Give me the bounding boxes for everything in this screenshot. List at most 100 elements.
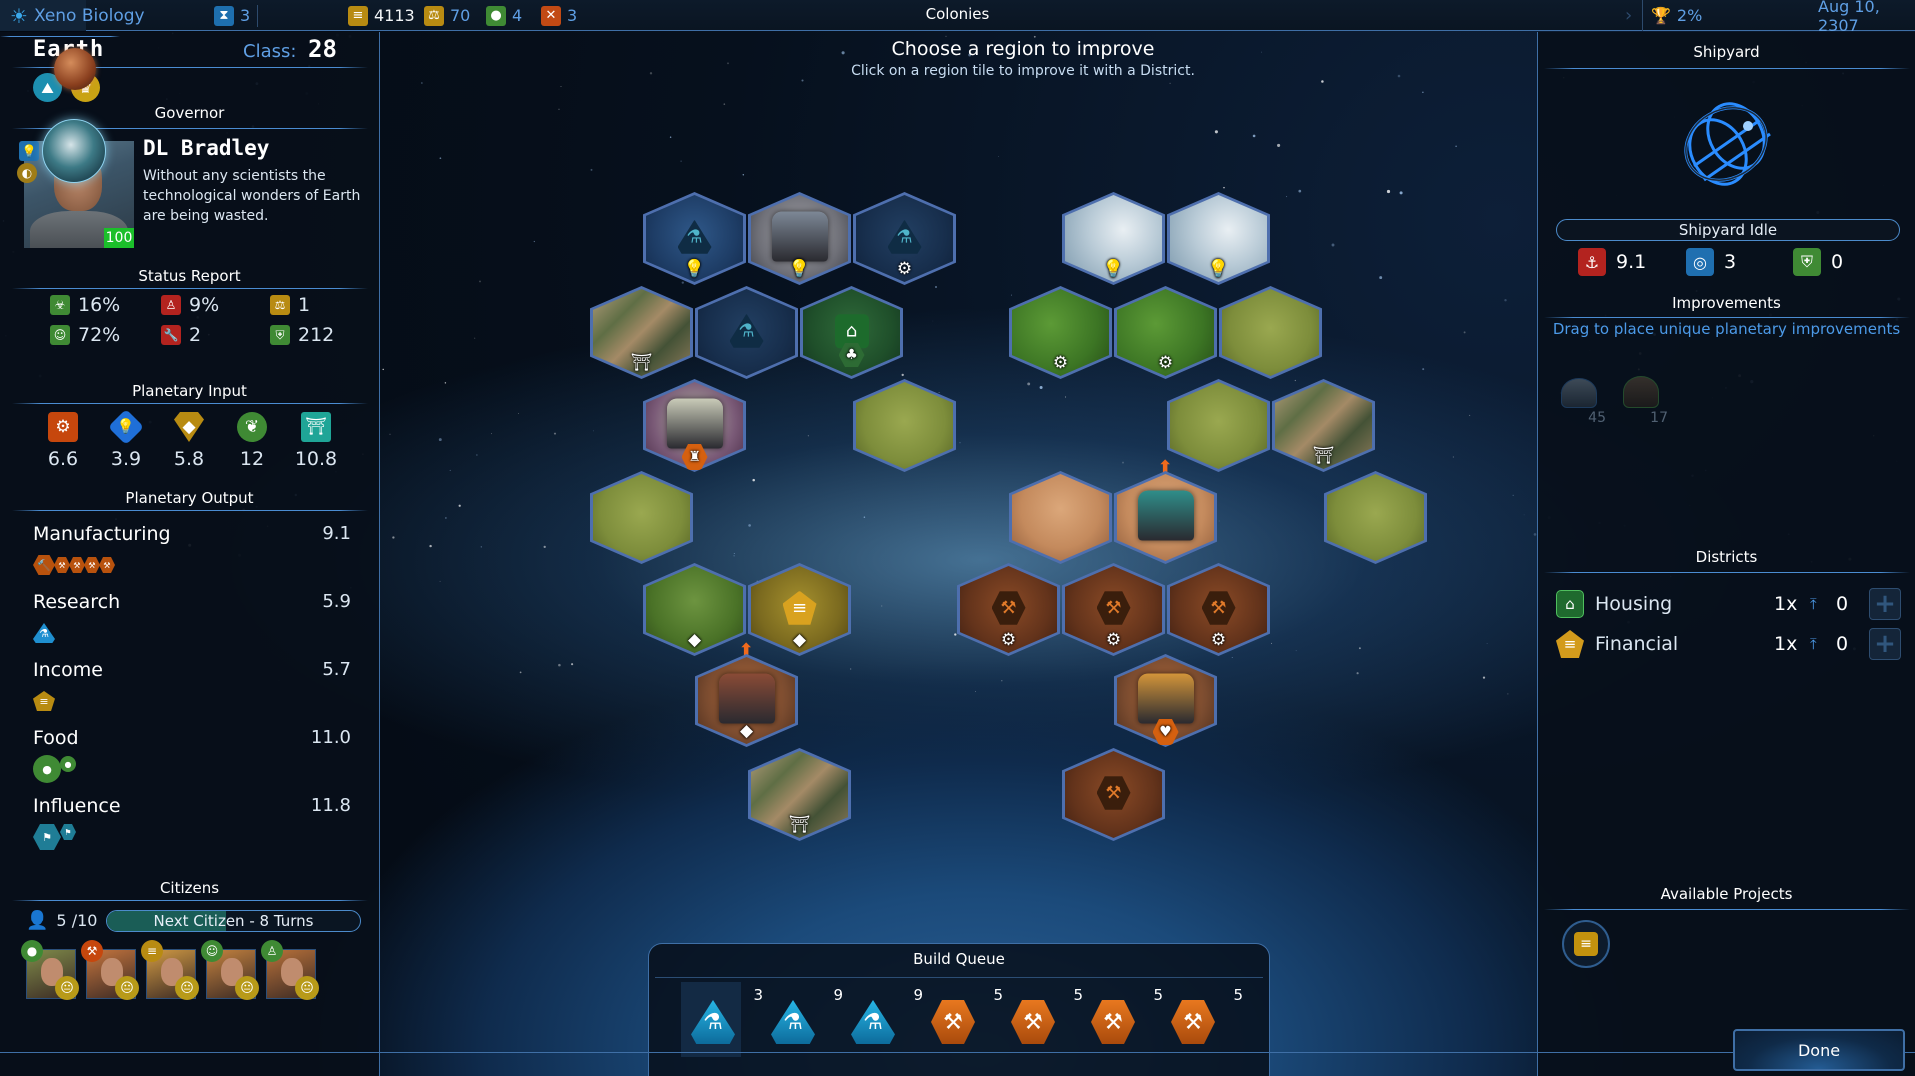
next-citizen-progress: Next Citizen - 8 Turns — [106, 910, 361, 932]
output-icons: ⚗ — [33, 621, 55, 645]
crystal-building — [1137, 490, 1194, 540]
citizen-portrait[interactable]: ≡ 😐 — [141, 940, 199, 1000]
lightbulb-icon: 💡 — [107, 408, 145, 446]
output-icons: ≡ — [33, 689, 55, 713]
build-queue-item[interactable]: 5 ⚒ — [1001, 982, 1083, 1057]
diamond-icon: ◆ — [687, 630, 702, 650]
apple-icon: ● — [33, 755, 61, 783]
citizen-portrait[interactable]: ● 😐 — [21, 940, 79, 1000]
details-panel: Shipyard Shipyard Idle ⚓ 9.1 ◎ 3 ⛨ 0 Improv… — [1537, 32, 1915, 1076]
wrench-icon: 🔧 — [161, 325, 181, 345]
output-label: Influence — [33, 795, 121, 817]
factory-building — [718, 673, 775, 723]
improvement-dome[interactable]: 45 — [1556, 370, 1606, 426]
stat-value: 2 — [189, 324, 202, 346]
district-housing[interactable]: ⌂ Housing 1x ⤒ 0 + — [1556, 587, 1901, 621]
leaf-icon: ❦ — [237, 412, 267, 442]
input-biology[interactable]: ❦ 12 — [222, 412, 282, 470]
district-financial[interactable]: ≡ Financial 1x ⤒ 0 + — [1556, 627, 1901, 661]
output-value: 5.9 — [322, 591, 351, 612]
input-manufacturing[interactable]: ⚙ 6.6 — [33, 412, 93, 470]
class-value: 28 — [308, 35, 337, 63]
tile-terrain — [1170, 382, 1267, 469]
improvement-count: 17 — [1650, 410, 1668, 426]
citizen-portrait[interactable]: ♙ 😐 — [261, 940, 319, 1000]
input-minerals[interactable]: ◆ 5.8 — [159, 412, 219, 470]
add-district-button[interactable]: + — [1869, 628, 1901, 660]
build-queue-item[interactable]: 5 ⚒ — [921, 982, 1003, 1057]
approval-stat[interactable]: ☺ 72% — [50, 324, 120, 346]
output-income[interactable]: Income 5.7 ≡ — [33, 659, 351, 719]
maintenance-stat[interactable]: 🔧 2 — [161, 324, 201, 346]
stat-value: 9% — [189, 294, 220, 316]
shipyard-stat-capacity[interactable]: ◎ 3 — [1686, 248, 1736, 276]
citizen-portrait[interactable]: ⚒ 😐 — [81, 940, 139, 1000]
citizen-portrait[interactable]: ☺ 😐 — [201, 940, 259, 1000]
class-label: Class: — [243, 41, 297, 62]
governor-description: Without any scientists the technological… — [143, 168, 361, 224]
planet-panel: Earth Class: 28 ⛰ ♛ Governor 100 💡 ◐ DL … — [0, 32, 380, 1076]
heart-badge-icon: ♥ — [1152, 719, 1179, 745]
biohazard-icon: ☣ — [50, 295, 70, 315]
turns-remaining: 5 — [1233, 986, 1243, 1004]
citizen-count-value: 5 /10 — [56, 911, 98, 930]
colony-mars[interactable] — [54, 48, 96, 90]
lightbulb-icon: 💡 — [1207, 259, 1230, 279]
credits-icon: ≡ — [141, 940, 163, 962]
hammer-icon: ⚒ — [84, 557, 100, 573]
anchor-icon: ⚓ — [1578, 248, 1606, 276]
defense-stat[interactable]: ⛨ 212 — [270, 324, 334, 346]
shipyard-image[interactable] — [1666, 82, 1786, 202]
stat-value: 16% — [78, 294, 121, 316]
input-research[interactable]: 💡 3.9 — [96, 408, 156, 470]
output-influence[interactable]: Influence 11.8 ⚑ ⚑ — [33, 795, 351, 855]
monument-icon: ⛩ — [301, 412, 331, 442]
apple-icon: ● — [21, 940, 43, 962]
divider — [12, 900, 368, 901]
divider — [1544, 572, 1910, 573]
neutral-face-icon: 😐 — [115, 976, 139, 1000]
page-title: Choose a region to improve — [891, 38, 1155, 60]
research-lab-building — [771, 211, 828, 261]
upgrade-arrow-icon: ⤒ — [1810, 635, 1817, 653]
shipyard-stat-defense[interactable]: ⛨ 0 — [1793, 248, 1843, 276]
diamond-icon: ◆ — [174, 412, 204, 442]
build-queue-item[interactable]: 3 ⚗ — [681, 982, 763, 1057]
monument-icon: ⛩ — [788, 815, 811, 835]
add-district-button[interactable]: + — [1869, 588, 1901, 620]
flask-icon: ⚗ — [771, 1000, 815, 1044]
tile-terrain — [1012, 474, 1109, 561]
shield-icon: ⛨ — [270, 325, 290, 345]
shipyard-status: Shipyard Idle — [1556, 219, 1900, 241]
input-culture[interactable]: ⛩ 10.8 — [286, 412, 346, 470]
build-queue-item[interactable]: 9 ⚗ — [761, 982, 843, 1057]
stat-value: 212 — [298, 324, 335, 346]
citizens-title: Citizens — [159, 879, 220, 897]
flask-icon: ⚗ — [851, 1000, 895, 1044]
citizen-count: 👤 5 /10 — [26, 910, 97, 931]
done-button[interactable]: Done — [1733, 1029, 1905, 1071]
colony-earth[interactable] — [42, 119, 106, 183]
hammer-icon: ⚒ — [69, 557, 85, 573]
hammer-icon: ⚒ — [1011, 1000, 1055, 1044]
improvements-hint: Drag to place unique planetary improveme… — [1552, 320, 1901, 338]
gear-icon: ⚙ — [1157, 353, 1174, 373]
output-research[interactable]: Research 5.9 ⚗ — [33, 591, 351, 651]
balance-stat[interactable]: ⚖ 1 — [270, 294, 310, 316]
build-queue-item[interactable]: 5 ⚒ — [1161, 982, 1243, 1057]
shipyard-stat-production[interactable]: ⚓ 9.1 — [1578, 248, 1646, 276]
district-count: 1x — [1774, 593, 1798, 615]
improvement-temple[interactable]: 17 — [1618, 370, 1668, 426]
output-manufacturing[interactable]: Manufacturing 9.1 🔨 ⚒ ⚒ ⚒ ⚒ — [33, 523, 351, 583]
pollution-stat[interactable]: ☣ 16% — [50, 294, 120, 316]
project-credits-conversion[interactable]: ≡ — [1562, 920, 1610, 968]
person-icon: ♙ — [261, 940, 283, 962]
build-queue-item[interactable]: 5 ⚒ — [1081, 982, 1163, 1057]
output-food[interactable]: Food 11.0 ● ● — [33, 727, 351, 787]
input-value: 3.9 — [110, 448, 142, 470]
build-queue-item[interactable]: 9 ⚗ — [841, 982, 923, 1057]
smiley-icon: ☺ — [50, 325, 70, 345]
divider — [1544, 317, 1910, 318]
improvements-title: Improvements — [1672, 294, 1781, 312]
unemployment-stat[interactable]: ♙ 9% — [161, 294, 219, 316]
